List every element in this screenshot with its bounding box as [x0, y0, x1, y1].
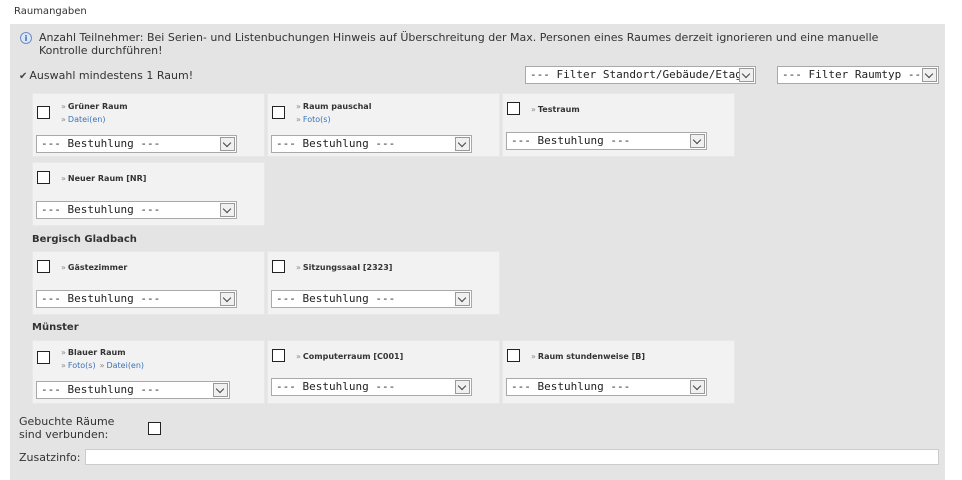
requirement-text: Auswahl mindestens 1 Raum!: [29, 69, 194, 82]
seating-value: --- Bestuhlung ---: [41, 137, 161, 150]
room-card-blauer-raum: » Blauer Raum » Foto(s) » Datei(en) --- Best…: [32, 340, 265, 404]
checkmark-icon: ✔: [19, 71, 28, 82]
chevron-down-icon[interactable]: [455, 292, 470, 306]
room-card-sitzungssaal: » Sitzungssaal [2323] --- Bestuhlung ---: [267, 251, 500, 315]
room-name: » Blauer Raum: [61, 348, 126, 357]
chevron-down-icon[interactable]: [220, 292, 235, 306]
chevron-down-icon[interactable]: [690, 134, 705, 148]
filter-roomtype-value: --- Filter Raumtyp ---: [782, 68, 928, 81]
seating-value: --- Bestuhlung ---: [511, 134, 631, 147]
seating-value: --- Bestuhlung ---: [276, 292, 396, 305]
hint-box: i Anzahl Teilnehmer: Bei Serien- und Lis…: [20, 31, 924, 57]
seating-select[interactable]: --- Bestuhlung ---: [506, 378, 707, 396]
chevron-down-icon[interactable]: [455, 380, 470, 394]
chevron-down-icon[interactable]: [922, 68, 937, 82]
room-links: » Datei(en): [61, 115, 109, 124]
room-checkbox[interactable]: [37, 351, 50, 364]
chevron-down-icon[interactable]: [213, 383, 228, 397]
seating-value: --- Bestuhlung ---: [41, 383, 161, 396]
chevron-down-icon[interactable]: [739, 68, 754, 82]
seating-select[interactable]: --- Bestuhlung ---: [36, 201, 237, 219]
room-links: » Foto(s) » Datei(en): [61, 361, 148, 370]
zusatzinfo-input[interactable]: [85, 449, 939, 465]
room-link-files[interactable]: » Datei(en): [100, 361, 144, 370]
section-title: Raumangaben: [14, 6, 87, 17]
seating-value: --- Bestuhlung ---: [41, 292, 161, 305]
room-name: » Raum pauschal: [296, 102, 372, 111]
chevron-down-icon[interactable]: [220, 203, 235, 217]
room-card-testraum: » Testraum --- Bestuhlung ---: [502, 93, 735, 157]
room-links: » Foto(s): [296, 115, 335, 124]
info-icon: i: [20, 32, 32, 44]
filter-location-select[interactable]: --- Filter Standort/Gebäude/Etage ---: [525, 66, 756, 84]
room-checkbox[interactable]: [507, 102, 520, 115]
room-name: » Gästezimmer: [61, 263, 128, 272]
room-name: » Grüner Raum: [61, 102, 128, 111]
connected-rooms-label: Gebuchte Räume sind verbunden:: [19, 415, 114, 441]
group-label-bergisch-gladbach: Bergisch Gladbach: [32, 234, 137, 245]
room-name: » Computerraum [C001]: [296, 352, 404, 361]
hint-text: Anzahl Teilnehmer: Bei Serien- und Liste…: [39, 31, 879, 57]
chevron-down-icon[interactable]: [455, 137, 470, 151]
filter-roomtype-select[interactable]: --- Filter Raumtyp ---: [777, 66, 939, 84]
room-card-gaestezimmer: » Gästezimmer --- Bestuhlung ---: [32, 251, 265, 315]
seating-select[interactable]: --- Bestuhlung ---: [36, 381, 230, 399]
room-card-gruener-raum: » Grüner Raum » Datei(en) --- Bestuhlung -…: [32, 93, 265, 157]
room-card-computerraum: » Computerraum [C001] --- Bestuhlung ---: [267, 340, 500, 404]
seating-value: --- Bestuhlung ---: [511, 380, 631, 393]
room-checkbox[interactable]: [272, 260, 285, 273]
seating-select[interactable]: --- Bestuhlung ---: [271, 378, 472, 396]
chevron-down-icon[interactable]: [690, 380, 705, 394]
seating-select[interactable]: --- Bestuhlung ---: [506, 132, 707, 150]
room-checkbox[interactable]: [37, 171, 50, 184]
room-link-files[interactable]: » Datei(en): [61, 115, 105, 124]
seating-value: --- Bestuhlung ---: [276, 380, 396, 393]
room-checkbox[interactable]: [272, 349, 285, 362]
seating-select[interactable]: --- Bestuhlung ---: [36, 135, 237, 153]
filter-location-value: --- Filter Standort/Gebäude/Etage ---: [530, 68, 756, 81]
seating-select[interactable]: --- Bestuhlung ---: [36, 290, 237, 308]
room-name: » Sitzungssaal [2323]: [296, 263, 393, 272]
connected-label-line1: Gebuchte Räume: [19, 415, 115, 428]
connected-rooms-checkbox[interactable]: [148, 422, 161, 435]
room-checkbox[interactable]: [507, 349, 520, 362]
chevron-down-icon[interactable]: [220, 137, 235, 151]
room-checkbox[interactable]: [37, 260, 50, 273]
group-label-muenster: Münster: [32, 322, 79, 333]
room-name: » Testraum: [531, 105, 580, 114]
room-checkbox[interactable]: [37, 106, 50, 119]
room-link-photos[interactable]: » Foto(s): [296, 115, 331, 124]
zusatzinfo-label: Zusatzinfo:: [19, 451, 81, 464]
room-name: » Raum stundenweise [B]: [531, 352, 646, 361]
room-name: » Neuer Raum [NR]: [61, 174, 147, 183]
requirement-note: ✔ Auswahl mindestens 1 Raum!: [19, 69, 193, 82]
seating-select[interactable]: --- Bestuhlung ---: [271, 135, 472, 153]
room-card-raum-stundenweise: » Raum stundenweise [B] --- Bestuhlung --…: [502, 340, 735, 404]
room-link-photos[interactable]: » Foto(s): [61, 361, 96, 370]
seating-value: --- Bestuhlung ---: [276, 137, 396, 150]
room-card-raum-pauschal: » Raum pauschal » Foto(s) --- Bestuhlung -…: [267, 93, 500, 157]
seating-value: --- Bestuhlung ---: [41, 203, 161, 216]
connected-label-line2: sind verbunden:: [19, 428, 109, 441]
seating-select[interactable]: --- Bestuhlung ---: [271, 290, 472, 308]
room-card-neuer-raum: » Neuer Raum [NR] --- Bestuhlung ---: [32, 162, 265, 226]
room-checkbox[interactable]: [272, 106, 285, 119]
